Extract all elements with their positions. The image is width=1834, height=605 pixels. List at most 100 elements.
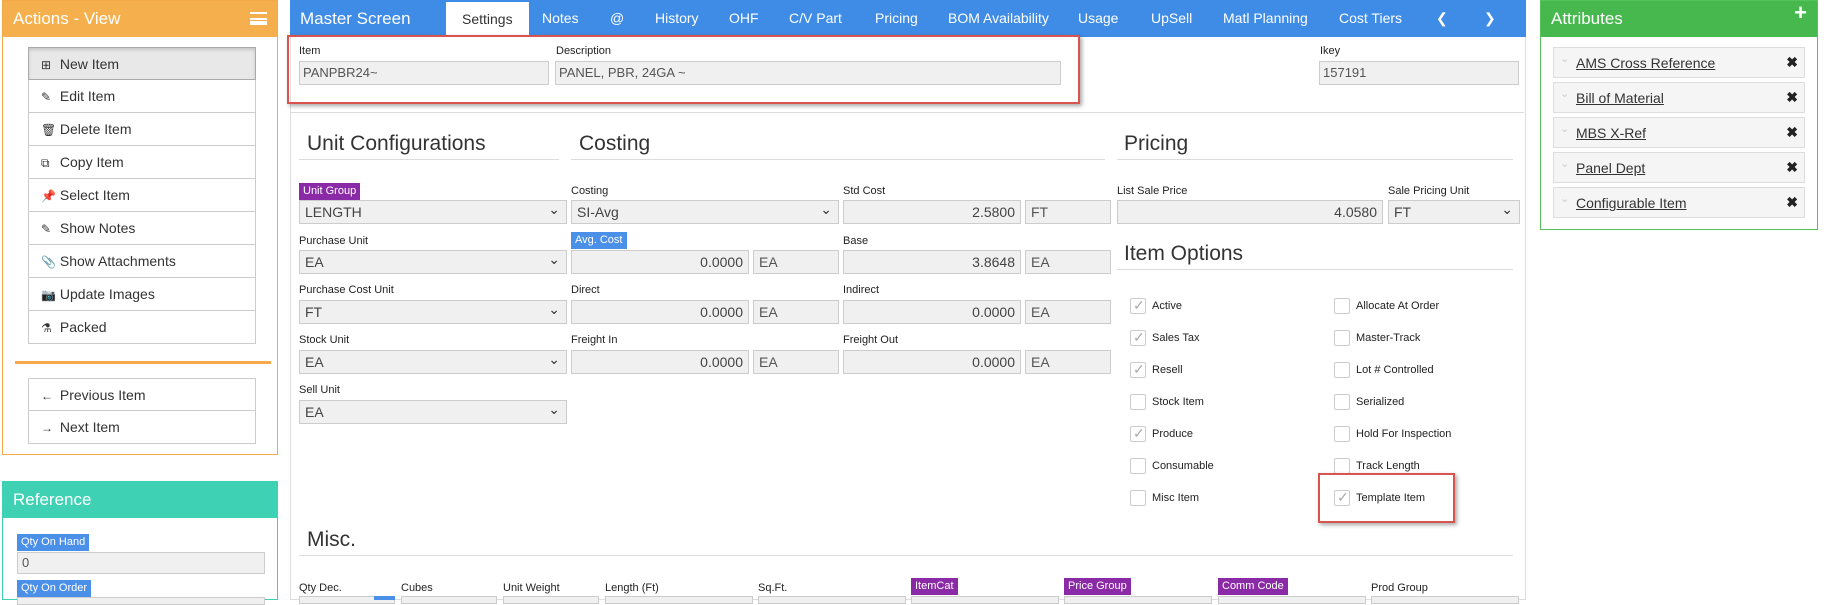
checkbox-produce[interactable] — [1130, 425, 1146, 442]
add-attribute-icon[interactable]: + — [1794, 0, 1807, 26]
itemcat-field[interactable] — [911, 596, 1059, 604]
purchase-cost-unit-select[interactable]: FT — [299, 298, 567, 324]
show-attachments-button[interactable]: 📎 Show Attachments — [28, 245, 256, 278]
sale-pricing-unit-select[interactable]: FT — [1388, 198, 1520, 224]
tab-usage[interactable]: Usage — [1078, 0, 1118, 37]
tab-pricing[interactable]: Pricing — [875, 0, 918, 37]
comm-code-field[interactable] — [1218, 596, 1366, 604]
checkbox-consumable[interactable] — [1130, 458, 1146, 474]
checkbox-label: Consumable — [1152, 460, 1214, 472]
remove-attribute-icon[interactable]: ✖ — [1786, 54, 1798, 71]
direct-field[interactable]: 0.0000 — [571, 300, 749, 324]
tab-at[interactable]: @ — [610, 0, 624, 37]
checkbox-allocate-at-order[interactable] — [1334, 298, 1350, 314]
update-images-label: Update Images — [59, 286, 155, 302]
checkbox-master-track[interactable] — [1334, 330, 1350, 346]
checkbox-label: Produce — [1152, 428, 1193, 440]
checkbox-label: Resell — [1152, 364, 1183, 376]
chevron-down-icon[interactable]: ⌄ — [1560, 157, 1569, 170]
tab-ohf[interactable]: OHF — [729, 0, 759, 37]
attribute-link[interactable]: Configurable Item — [1576, 195, 1687, 211]
unit-weight-field[interactable] — [503, 596, 599, 604]
length-ft-field[interactable] — [605, 596, 753, 604]
checkbox-track-length[interactable] — [1334, 458, 1350, 474]
checkbox-stock-item[interactable] — [1130, 394, 1146, 410]
next-item-button[interactable]: → Next Item — [28, 411, 256, 444]
tab-next-icon[interactable]: ❯ — [1484, 0, 1496, 37]
show-notes-button[interactable]: ✎ Show Notes — [28, 212, 256, 245]
nav-list: ← Previous Item → Next Item — [28, 378, 256, 444]
chevron-down-icon[interactable]: ⌄ — [1560, 192, 1569, 205]
purchase-unit-select[interactable]: EA — [299, 248, 567, 274]
attribute-link[interactable]: AMS Cross Reference — [1576, 55, 1715, 71]
freight-in-label: Freight In — [571, 334, 618, 346]
chevron-down-icon[interactable]: ⌄ — [1560, 122, 1569, 135]
tab-cost-tiers[interactable]: Cost Tiers — [1339, 0, 1402, 37]
attribute-link[interactable]: Bill of Material — [1576, 90, 1664, 106]
checkbox-label: Sales Tax — [1152, 332, 1200, 344]
previous-item-button[interactable]: ← Previous Item — [28, 378, 256, 411]
tab-bom-availability[interactable]: BOM Availability — [948, 0, 1049, 37]
stock-unit-select[interactable]: EA — [299, 348, 567, 374]
tab-settings[interactable]: Settings — [446, 2, 529, 37]
new-item-button[interactable]: ⊞ New Item — [28, 47, 256, 80]
update-images-button[interactable]: 📷 Update Images — [28, 278, 256, 311]
checkbox-serialized[interactable] — [1334, 394, 1350, 410]
qty-on-order-field[interactable] — [17, 597, 265, 605]
checkbox-sales-tax[interactable] — [1130, 329, 1146, 346]
remove-attribute-icon[interactable]: ✖ — [1786, 89, 1798, 106]
actions-separator — [15, 361, 271, 364]
qty-dec-spinner[interactable] — [374, 596, 395, 600]
freight-in-field[interactable]: 0.0000 — [571, 350, 749, 374]
tab-history[interactable]: History — [655, 0, 699, 37]
edit-item-button[interactable]: ✎ Edit Item — [28, 80, 256, 113]
attribute-item[interactable]: ⌄ AMS Cross Reference ✖ — [1553, 47, 1805, 78]
attribute-link[interactable]: Panel Dept — [1576, 160, 1645, 176]
prod-group-field[interactable] — [1371, 596, 1519, 604]
list-sale-price-field[interactable]: 4.0580 — [1117, 200, 1383, 224]
base-field[interactable]: 3.8648 — [843, 250, 1021, 274]
delete-item-button[interactable]: 🗑 Delete Item — [28, 113, 256, 146]
sq-ft-field[interactable] — [758, 596, 906, 604]
checkbox-lot-controlled[interactable] — [1334, 362, 1350, 378]
cubes-field[interactable] — [401, 596, 497, 604]
checkbox-hold-for-inspection[interactable] — [1334, 426, 1350, 442]
attribute-item[interactable]: ⌄ Configurable Item ✖ — [1553, 187, 1805, 218]
paperclip-icon: 📎 — [41, 255, 56, 269]
price-group-field[interactable] — [1064, 596, 1212, 604]
chevron-down-icon[interactable]: ⌄ — [1560, 87, 1569, 100]
tab-matl-planning[interactable]: Matl Planning — [1223, 0, 1308, 37]
hamburger-menu-icon[interactable] — [250, 12, 267, 25]
tab-prev-icon[interactable]: ❮ — [1436, 0, 1448, 37]
qty-on-hand-field[interactable]: 0 — [17, 552, 265, 574]
copy-item-button[interactable]: ⧉ Copy Item — [28, 146, 256, 179]
costing-title: Costing — [579, 132, 651, 155]
indirect-field[interactable]: 0.0000 — [843, 300, 1021, 324]
std-cost-field[interactable]: 2.5800 — [843, 200, 1021, 224]
costing-select[interactable]: SI-Avg — [571, 198, 839, 224]
attribute-link[interactable]: MBS X-Ref — [1576, 125, 1646, 141]
show-attachments-label: Show Attachments — [59, 253, 176, 269]
tab-notes[interactable]: Notes — [542, 0, 579, 37]
remove-attribute-icon[interactable]: ✖ — [1786, 159, 1798, 176]
tab-cv-part[interactable]: C/V Part — [789, 0, 842, 37]
checkbox-active[interactable] — [1130, 297, 1146, 314]
tab-upsell[interactable]: UpSell — [1151, 0, 1192, 37]
checkbox-resell[interactable] — [1130, 361, 1146, 378]
unit-group-select[interactable]: LENGTH — [299, 198, 567, 224]
attribute-item[interactable]: ⌄ Panel Dept ✖ — [1553, 152, 1805, 183]
checkbox-misc-item[interactable] — [1130, 490, 1146, 506]
select-item-button[interactable]: 📌 Select Item — [28, 179, 256, 212]
qty-on-order-label-wrap: Qty On Order — [17, 579, 92, 597]
remove-attribute-icon[interactable]: ✖ — [1786, 194, 1798, 211]
ikey-field[interactable]: 157191 — [1319, 61, 1519, 85]
packed-button[interactable]: ⚗ Packed — [28, 311, 256, 344]
attribute-item[interactable]: ⌄ MBS X-Ref ✖ — [1553, 117, 1805, 148]
attribute-item[interactable]: ⌄ Bill of Material ✖ — [1553, 82, 1805, 113]
list-sale-price-label: List Sale Price — [1117, 185, 1188, 197]
freight-out-field[interactable]: 0.0000 — [843, 350, 1021, 374]
remove-attribute-icon[interactable]: ✖ — [1786, 124, 1798, 141]
avg-cost-field[interactable]: 0.0000 — [571, 250, 749, 274]
sell-unit-select[interactable]: EA — [299, 398, 567, 424]
chevron-down-icon[interactable]: ⌄ — [1560, 52, 1569, 65]
